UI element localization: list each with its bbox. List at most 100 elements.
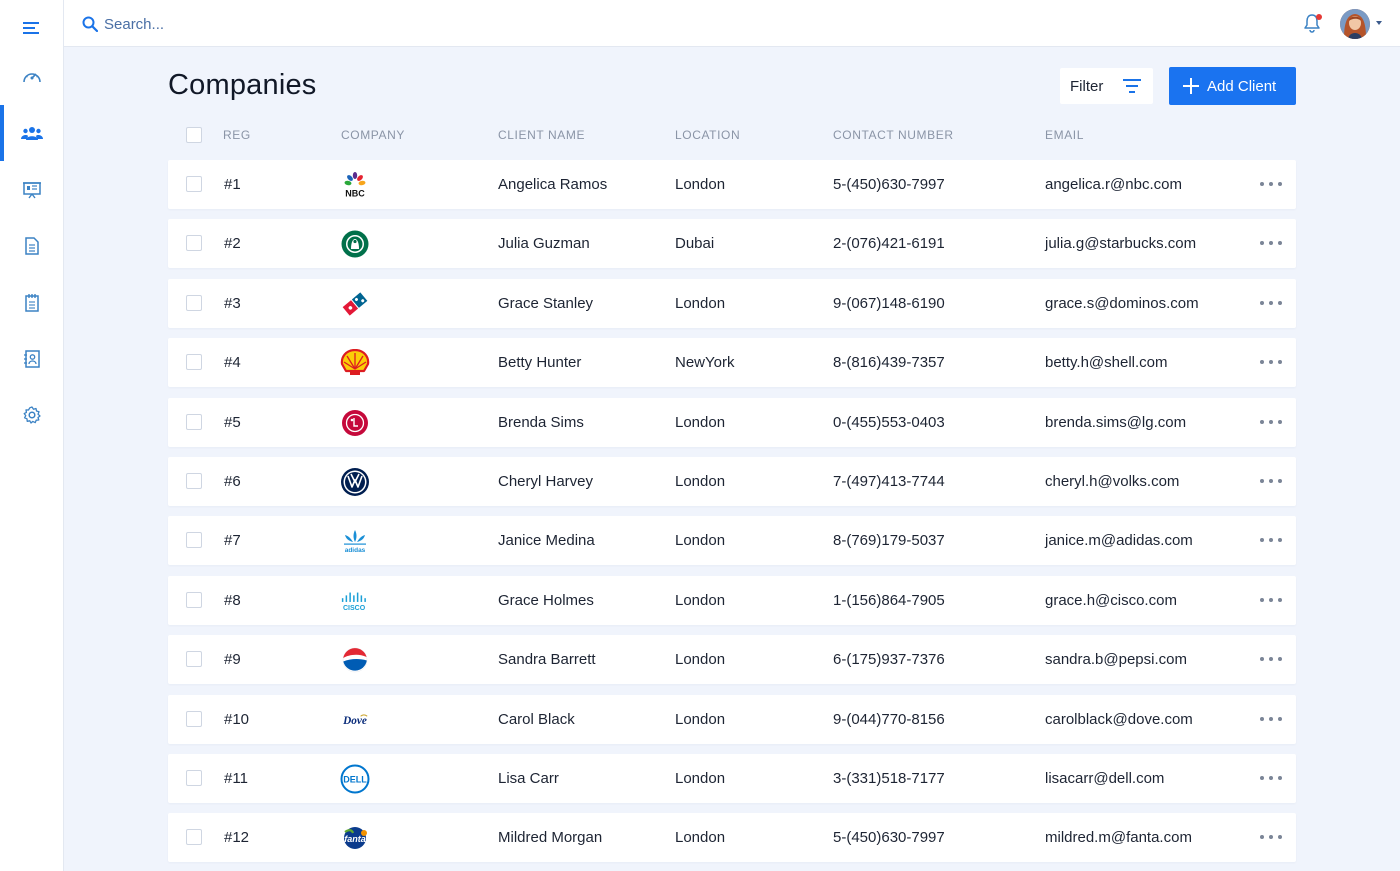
contact-number-cell: 5-(450)630-7997 [833,829,945,847]
table-row[interactable]: #4 Betty Hunter NewYork 8-(816)439-7357 … [168,338,1296,388]
table-row[interactable]: #7 adidas Janice Medina London 8-(769)17… [168,516,1296,566]
table-row[interactable]: #2 Julia Guzman Dubai 2-(076)421-6191 ju… [168,219,1296,269]
shell-logo [340,348,370,378]
table-row[interactable]: #9 Sandra Barrett London 6-(175)937-7376… [168,635,1296,685]
table-row[interactable]: #12 fanta Mildred Morgan London 5-(450)6… [168,813,1296,863]
email-cell[interactable]: janice.m@adidas.com [1045,532,1193,549]
column-header-client-name[interactable]: CLIENT NAME [498,128,585,142]
lg-logo [340,408,370,438]
email-cell[interactable]: grace.h@cisco.com [1045,592,1177,609]
location-cell: London [675,829,726,847]
search-box [82,12,382,36]
pepsi-logo [340,645,370,675]
row-checkbox[interactable] [186,769,202,786]
client-name-cell: Betty Hunter [498,354,582,372]
sidebar-item-presentation[interactable] [0,162,64,218]
column-header-email[interactable]: EMAIL [1045,128,1084,142]
search-input[interactable] [104,15,364,33]
client-name-cell: Mildred Morgan [498,829,603,847]
row-checkbox[interactable] [186,472,202,489]
email-cell[interactable]: carolblack@dove.com [1045,711,1193,728]
svg-text:NBC: NBC [345,189,365,199]
email-cell[interactable]: betty.h@shell.com [1045,354,1168,371]
location-cell: London [675,294,726,312]
contact-number-cell: 8-(816)439-7357 [833,354,945,372]
row-checkbox[interactable] [186,235,202,252]
location-cell: London [675,591,726,609]
sidebar [0,0,64,871]
location-cell: London [675,651,726,669]
location-cell: London [675,532,726,550]
notifications-button[interactable] [1303,13,1323,35]
table-row[interactable]: #6 Cheryl Harvey London 7-(497)413-7744 … [168,456,1296,506]
sidebar-item-notes[interactable] [0,275,64,331]
row-checkbox[interactable] [186,710,202,727]
plus-icon [1183,78,1199,94]
select-all-checkbox[interactable] [186,127,202,143]
row-checkbox[interactable] [186,532,202,549]
more-options-icon[interactable] [1260,831,1282,843]
chevron-down-icon[interactable] [1376,21,1382,25]
sidebar-item-settings[interactable] [0,387,64,443]
client-name-cell: Lisa Carr [498,769,559,787]
column-header-company[interactable]: COMPANY [341,128,405,142]
more-options-icon[interactable] [1260,356,1282,368]
more-options-icon[interactable] [1260,534,1282,546]
contact-number-cell: 8-(769)179-5037 [833,532,945,550]
avatar[interactable] [1340,9,1370,39]
user-avatar-image [1340,9,1370,39]
more-options-icon[interactable] [1260,475,1282,487]
dominos-logo [340,289,370,319]
table-row[interactable]: #11 DELL Lisa Carr London 3-(331)518-717… [168,753,1296,803]
row-checkbox[interactable] [186,591,202,608]
client-name-cell: Brenda Sims [498,413,584,431]
sidebar-item-contacts[interactable] [0,331,64,387]
sidebar-item-dashboard[interactable] [0,48,64,104]
more-options-icon[interactable] [1260,713,1282,725]
filter-icon [1123,79,1141,93]
reg-cell: #8 [224,591,241,609]
sidebar-item-companies[interactable] [0,105,64,161]
contact-number-cell: 9-(067)148-6190 [833,294,945,312]
email-cell[interactable]: cheryl.h@volks.com [1045,473,1179,490]
column-header-reg[interactable]: REG [223,128,251,142]
svg-text:Dove: Dove [342,714,367,726]
email-cell[interactable]: mildred.m@fanta.com [1045,829,1192,846]
email-cell[interactable]: brenda.sims@lg.com [1045,414,1186,431]
sidebar-item-documents[interactable] [0,218,64,274]
email-cell[interactable]: sandra.b@pepsi.com [1045,651,1187,668]
reg-cell: #4 [224,354,241,372]
row-checkbox[interactable] [186,354,202,371]
more-options-icon[interactable] [1260,237,1282,249]
row-checkbox[interactable] [186,829,202,846]
more-options-icon[interactable] [1260,594,1282,606]
table-row[interactable]: #1 NBC Angelica Ramos London 5-(450)630-… [168,160,1296,209]
row-checkbox[interactable] [186,413,202,430]
more-options-icon[interactable] [1260,297,1282,309]
reg-cell: #12 [224,829,250,847]
more-options-icon[interactable] [1260,178,1282,190]
nbc-logo: NBC [340,170,370,200]
email-cell[interactable]: julia.g@starbucks.com [1045,235,1196,252]
column-header-contact-number[interactable]: CONTACT NUMBER [833,128,954,142]
reg-cell: #5 [224,413,241,431]
table-row[interactable]: #10 Dove Carol Black London 9-(044)770-8… [168,694,1296,744]
email-cell[interactable]: grace.s@dominos.com [1045,295,1199,312]
email-cell[interactable]: angelica.r@nbc.com [1045,176,1182,193]
more-options-icon[interactable] [1260,416,1282,428]
filter-button[interactable]: Filter [1060,68,1153,104]
add-client-label: Add Client [1207,77,1277,95]
row-checkbox[interactable] [186,294,202,311]
more-options-icon[interactable] [1260,653,1282,665]
table-row[interactable]: #5 Brenda Sims London 0-(455)553-0403 br… [168,397,1296,447]
table-row[interactable]: #3 Grace Stanley London 9-(067)148-6190 … [168,278,1296,328]
location-cell: Dubai [675,235,715,253]
table-row[interactable]: #8 CISCO Grace Holmes London 1-(156)864-… [168,575,1296,625]
row-checkbox[interactable] [186,176,202,192]
more-options-icon[interactable] [1260,772,1282,784]
add-client-button[interactable]: Add Client [1169,67,1296,105]
email-cell[interactable]: lisacarr@dell.com [1045,770,1164,787]
menu-icon [23,22,39,34]
row-checkbox[interactable] [186,651,202,668]
column-header-location[interactable]: LOCATION [675,128,740,142]
